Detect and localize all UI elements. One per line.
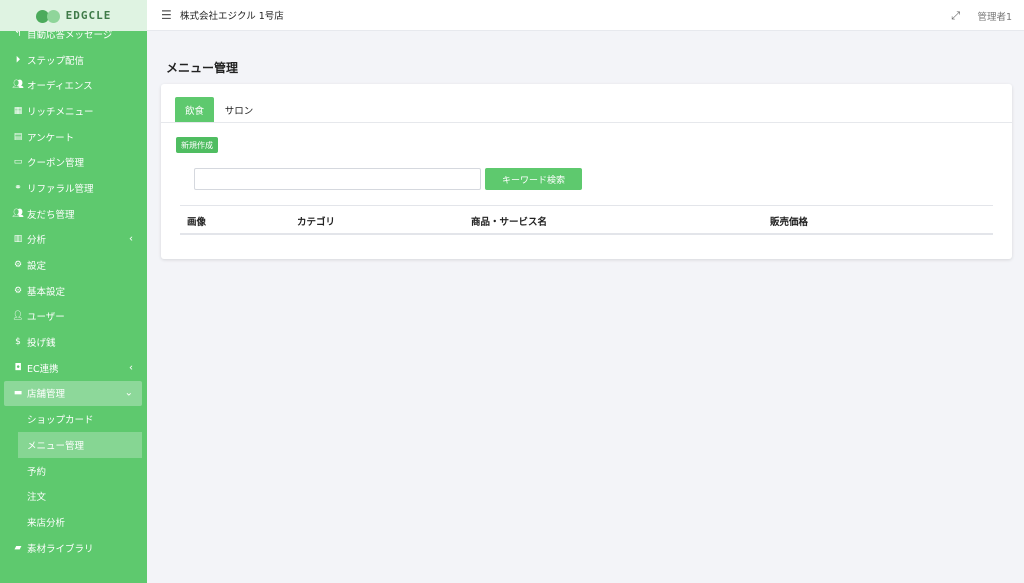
sidebar-item-tipping[interactable]: $ 投げ銭 — [0, 329, 147, 355]
column-header-category: カテゴリ — [297, 217, 336, 228]
sidebar-item-survey[interactable]: ▤ アンケート — [0, 124, 147, 150]
sidebar-item-step-delivery[interactable]: ⏵ ステップ配信 — [0, 47, 147, 73]
sidebar-nav: ↰ 自動応答メッセージ ⏵ ステップ配信 👥︎ オーディエンス ▦ リッチメニュ… — [0, 21, 147, 560]
logo-mark-icon — [35, 9, 62, 23]
sidebar-item-label: メニュー管理 — [27, 440, 85, 452]
store-name: 株式会社エジクル 1号店 — [180, 11, 284, 22]
sidebar-item-coupon[interactable]: ▭ クーポン管理 — [0, 149, 147, 175]
sidebar-item-referral[interactable]: ⚭ リファラル管理 — [0, 175, 147, 201]
sidebar-item-label: 基本設定 — [27, 286, 66, 298]
sidebar-item-label: リッチメニュー — [27, 106, 94, 118]
column-header-product-name: 商品・サービス名 — [471, 217, 548, 228]
keyword-search-input[interactable] — [194, 168, 481, 190]
sidebar-item-label: 友だち管理 — [27, 209, 75, 221]
top-header: ☰ 株式会社エジクル 1号店 ⤢ 管理者1 — [147, 0, 1024, 31]
sidebar-item-analytics[interactable]: ▥ 分析 ‹ — [0, 227, 147, 253]
store-icon: ▬ — [13, 388, 23, 399]
link-icon: ⚭ — [14, 182, 22, 193]
sidebar-item-label: クーポン管理 — [27, 158, 85, 170]
chart-icon: ▥ — [13, 234, 23, 245]
sidebar-item-store-management[interactable]: ▬ 店舗管理 ⌄ — [4, 380, 142, 407]
sidebar-item-label: リファラル管理 — [27, 183, 94, 195]
sidebar-item-label: ユーザー — [27, 312, 65, 324]
menu-table-header: 画像 カテゴリ 商品・サービス名 販売価格 — [180, 205, 993, 235]
sidebar-item-label: 予約 — [27, 466, 47, 478]
folder-icon: ▰ — [14, 542, 22, 553]
sidebar-subitem-shop-card[interactable]: ショップカード — [0, 406, 147, 432]
bag-icon: ◘ — [14, 362, 22, 373]
admin-user-menu[interactable]: 管理者1 — [977, 9, 1012, 23]
tab-salon[interactable]: サロン — [219, 97, 259, 122]
sidebar-item-label: EC連携 — [27, 363, 59, 375]
hamburger-menu-icon[interactable]: ☰ — [161, 8, 175, 22]
chevron-left-icon: ‹ — [129, 362, 133, 374]
sidebar-item-ec[interactable]: ◘ EC連携 ‹ — [0, 355, 147, 381]
logo[interactable]: EDGCLE — [0, 0, 147, 31]
chevron-down-icon: ⌄ — [124, 387, 133, 399]
menu-card: 飲食 サロン 新規作成 キーワード検索 画像 カテゴリ 商品・サービス名 販売価… — [161, 84, 1012, 259]
user-icon: 👤︎ — [12, 311, 24, 322]
friends-icon: 👥︎ — [12, 208, 24, 219]
sidebar-item-basic-settings[interactable]: ⚙ 基本設定 — [0, 278, 147, 304]
create-new-button[interactable]: 新規作成 — [176, 137, 218, 153]
sidebar-item-label: 分析 — [27, 235, 47, 247]
chevron-left-icon: ‹ — [129, 233, 133, 245]
logo-text: EDGCLE — [65, 9, 112, 22]
gear-icon: ⚙ — [13, 285, 23, 296]
fullscreen-icon[interactable]: ⤢ — [951, 9, 960, 23]
sidebar-item-label: 来店分析 — [27, 517, 66, 529]
sidebar-item-label: 店舗管理 — [27, 389, 66, 401]
sidebar-item-label: オーディエンス — [27, 81, 93, 93]
sidebar-subitem-order[interactable]: 注文 — [0, 483, 147, 509]
sidebar-subitem-menu-management[interactable]: メニュー管理 — [18, 432, 142, 458]
sidebar-item-friends[interactable]: 👥︎ 友だち管理 — [0, 201, 147, 227]
poll-icon: ▤ — [13, 131, 23, 142]
column-header-price: 販売価格 — [770, 217, 809, 228]
sidebar-item-asset-library[interactable]: ▰ 素材ライブラリ — [0, 535, 147, 561]
sidebar-item-label: 投げ銭 — [27, 338, 56, 350]
sidebar-item-settings[interactable]: ⚙ 設定 — [0, 252, 147, 278]
gear-icon: ⚙ — [13, 260, 23, 271]
sidebar-item-rich-menu[interactable]: ▦ リッチメニュー — [0, 98, 147, 124]
play-circle-icon: ⏵ — [15, 54, 21, 65]
sidebar-subitem-reservation[interactable]: 予約 — [0, 458, 147, 484]
sidebar-subitem-visit-analytics[interactable]: 来店分析 — [0, 509, 147, 535]
sidebar-item-label: ステップ配信 — [27, 55, 85, 67]
dollar-icon: $ — [15, 337, 21, 348]
column-header-image: 画像 — [187, 217, 207, 228]
sidebar-item-label: 設定 — [27, 261, 47, 273]
page-title: メニュー管理 — [166, 61, 239, 75]
ticket-icon: ▭ — [13, 157, 23, 168]
users-icon: 👥︎ — [12, 80, 24, 91]
sidebar-item-label: アンケート — [27, 132, 75, 144]
sidebar-item-users[interactable]: 👤︎ ユーザー — [0, 304, 147, 330]
tab-food[interactable]: 飲食 — [175, 97, 214, 122]
sidebar: ↰ 自動応答メッセージ ⏵ ステップ配信 👥︎ オーディエンス ▦ リッチメニュ… — [0, 0, 147, 583]
sidebar-item-audience[interactable]: 👥︎ オーディエンス — [0, 72, 147, 98]
sidebar-item-label: ショップカード — [27, 415, 94, 427]
keyword-search-button[interactable]: キーワード検索 — [485, 168, 582, 190]
grid-icon: ▦ — [13, 105, 23, 116]
sidebar-item-label: 注文 — [27, 492, 47, 504]
category-tabs: 飲食 サロン — [161, 84, 1012, 123]
sidebar-item-label: 素材ライブラリ — [27, 543, 94, 555]
